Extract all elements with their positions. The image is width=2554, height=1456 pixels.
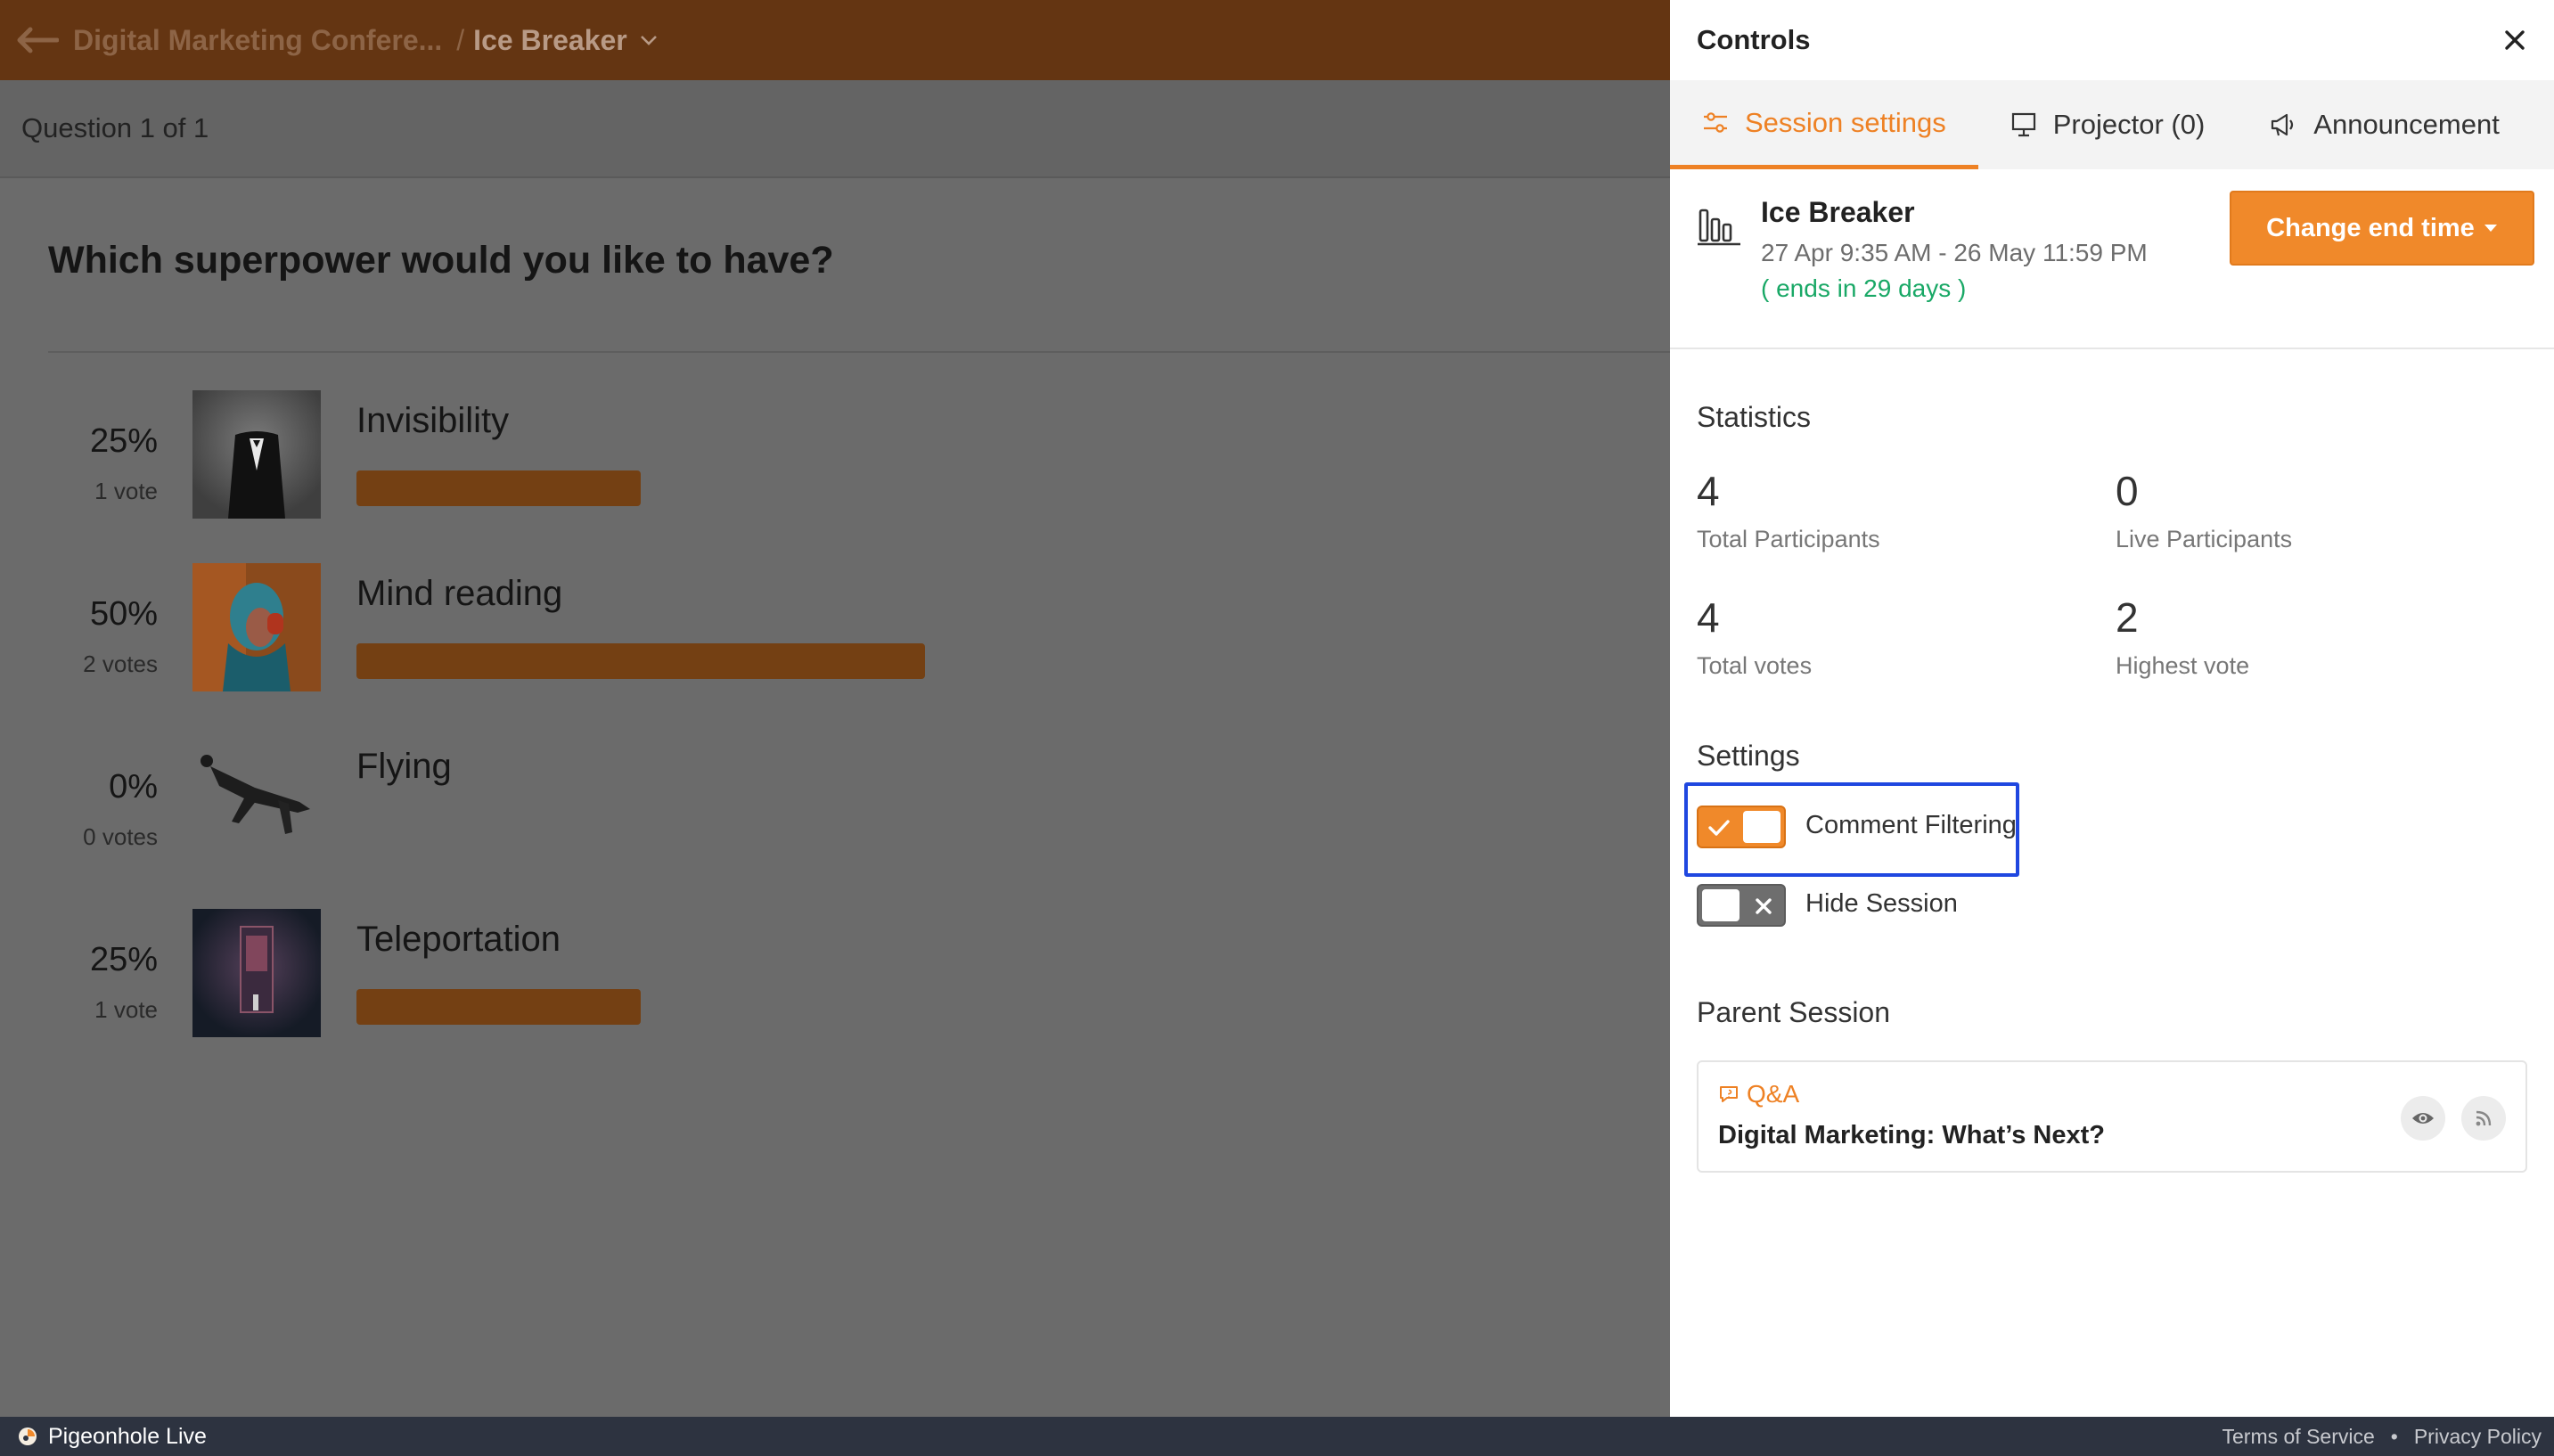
privacy-link[interactable]: Privacy Policy (2414, 1425, 2542, 1449)
toggle-knob (1702, 889, 1740, 921)
tab-session-settings[interactable]: Session settings (1670, 80, 1978, 169)
parent-session-name: Digital Marketing: What’s Next? (1718, 1121, 2105, 1149)
option-percent: 25% (89, 941, 158, 978)
x-icon (1756, 898, 1772, 914)
footer-links: Terms of Service • Privacy Policy (2222, 1425, 2542, 1449)
poll-option: 50% 2 votes Mind reading (0, 563, 1670, 697)
poll-option: 25% 1 vote Teleportation (0, 909, 1670, 1043)
brand-name: Pigeonhole Live (48, 1423, 207, 1449)
parent-session-card[interactable]: Q&A Digital Marketing: What’s Next? (1697, 1060, 2527, 1173)
option-votes: 2 votes (83, 650, 158, 677)
panel-tabs: Session settings Projector (0) Announcem… (1670, 80, 2554, 169)
view-button[interactable] (2401, 1096, 2445, 1141)
option-image-mind-reading (192, 563, 321, 691)
hide-session-toggle[interactable] (1697, 884, 1786, 927)
statistics-title: Statistics (1697, 401, 1812, 433)
qa-type-label: Q&A (1747, 1080, 1800, 1108)
hide-session-label: Hide Session (1805, 889, 1958, 918)
stat-value: 4 (1697, 594, 1720, 641)
comment-filtering-toggle[interactable] (1697, 806, 1786, 848)
option-label: Mind reading (356, 574, 563, 613)
stat-value: 2 (2116, 594, 2139, 641)
option-bar (356, 643, 925, 679)
rss-icon (2476, 1110, 2492, 1126)
back-arrow-icon[interactable] (16, 24, 61, 56)
tab-projector[interactable]: Projector (0) (1978, 80, 2238, 169)
pigeonhole-logo-icon (19, 1427, 37, 1445)
breadcrumb-separator: / (456, 23, 465, 56)
tab-label: Announcement (2313, 109, 2500, 140)
brand[interactable]: Pigeonhole Live (18, 1424, 207, 1450)
qa-type-tag: Q&A (1718, 1080, 1799, 1108)
caret-down-icon (2484, 225, 2497, 232)
option-label: Invisibility (356, 401, 510, 440)
option-percent: 0% (109, 768, 158, 806)
tab-announcement[interactable]: Announcement (2237, 80, 2532, 169)
change-end-time-label: Change end time (2266, 213, 2475, 242)
check-icon (1708, 820, 1730, 836)
divider (48, 351, 1670, 353)
panel-title: Controls (1697, 24, 1811, 55)
option-image-invisibility (192, 390, 321, 519)
session-summary: Ice Breaker 27 Apr 9:35 AM - 26 May 11:5… (1670, 169, 2554, 349)
option-percent: 25% (89, 422, 158, 460)
projector-screen-icon (2011, 112, 2035, 137)
option-votes: 0 votes (83, 823, 158, 850)
poll-option: 0% 0 votes Flying (0, 736, 1670, 870)
stat-label: Highest vote (2116, 652, 2250, 679)
tab-label: Session settings (1745, 106, 1946, 138)
broadcast-button[interactable] (2461, 1096, 2506, 1141)
comment-filtering-label: Comment Filtering (1805, 811, 2017, 839)
option-label: Flying (356, 747, 452, 786)
chat-bubble-icon (1720, 1086, 1738, 1102)
stat-value: 4 (1697, 468, 1720, 514)
footer-dot: • (2390, 1424, 2398, 1448)
session-dates: 27 Apr 9:35 AM - 26 May 11:59 PM (1761, 239, 2148, 266)
top-bar: Digital Marketing Confere... / Ice Break… (0, 0, 1670, 80)
question-count: Question 1 of 1 (21, 112, 209, 143)
session-ends: ( ends in 29 days ) (1761, 274, 1967, 302)
option-percent: 50% (89, 595, 158, 633)
option-image-teleportation (192, 909, 321, 1037)
eye-icon (2412, 1113, 2434, 1124)
controls-panel: Controls Session settings Projector (0) (1670, 0, 2554, 1417)
breadcrumb-session[interactable]: Ice Breaker (473, 24, 627, 57)
close-icon[interactable] (2502, 28, 2527, 53)
option-votes: 1 vote (94, 996, 158, 1023)
footer: Pigeonhole Live Terms of Service • Priva… (0, 1417, 2554, 1456)
session-name: Ice Breaker (1761, 196, 1915, 228)
option-votes: 1 vote (94, 478, 158, 504)
poll-option: 25% 1 vote Invisibility (0, 390, 1670, 524)
stat-label: Live Participants (2116, 526, 2293, 552)
poll-chart-icon (1698, 209, 1740, 246)
megaphone-icon (2272, 113, 2294, 136)
sliders-icon (1704, 111, 1727, 133)
option-image-flying (192, 736, 321, 864)
option-bar (356, 470, 641, 506)
panel-header: Controls (1670, 0, 2554, 80)
change-end-time-button[interactable]: Change end time (2230, 191, 2534, 266)
toggle-knob (1743, 811, 1780, 843)
stat-label: Total Participants (1697, 526, 1880, 552)
option-bar (356, 989, 641, 1025)
question-subbar: Question 1 of 1 (0, 80, 1670, 178)
stat-value: 0 (2116, 468, 2139, 514)
settings-title: Settings (1697, 740, 1800, 772)
option-label: Teleportation (356, 920, 561, 959)
stat-label: Total votes (1697, 652, 1813, 679)
question-title: Which superpower would you like to have? (48, 239, 834, 282)
tab-label: Projector (0) (2052, 109, 2206, 140)
terms-link[interactable]: Terms of Service (2222, 1425, 2375, 1449)
parent-session-title: Parent Session (1697, 996, 1891, 1028)
chevron-down-icon[interactable] (638, 29, 659, 51)
breadcrumb-event[interactable]: Digital Marketing Confere... (73, 24, 442, 57)
